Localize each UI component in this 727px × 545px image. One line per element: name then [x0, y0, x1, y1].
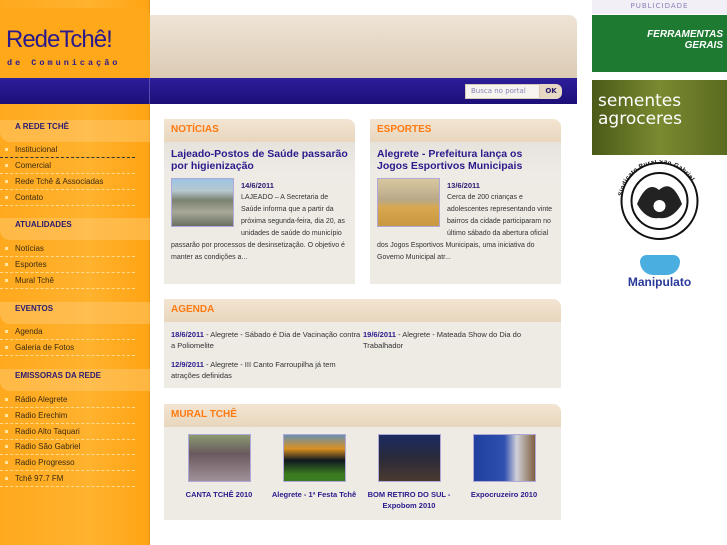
sidebar-item[interactable]: Radio São Gabriel	[0, 439, 135, 455]
sidebar-item[interactable]: Tchê 97.7 FM	[0, 471, 135, 487]
news-thumbnail[interactable]	[377, 178, 440, 227]
ad-agroceres[interactable]: sementes agroceres	[592, 80, 727, 155]
sidebar-heading: A REDE TCHÊ	[15, 122, 69, 131]
logo[interactable]: RedeTchê! de Comunicação	[0, 8, 150, 78]
ad-sindicato-rural[interactable]: Sindicato Rural São Gabriel	[592, 158, 727, 242]
search-button[interactable]: OK	[540, 84, 562, 99]
header-banner	[150, 15, 577, 78]
sidebar-item[interactable]: Notícias	[0, 241, 135, 257]
ad-text: FERRAMENTAS GERAIS	[647, 29, 723, 51]
ad-text: sementes agroceres	[598, 91, 682, 129]
mural-item[interactable]: BOM RETIRO DO SUL -Expobom 2010	[364, 434, 454, 511]
butterfly-logo-icon	[639, 255, 680, 275]
mural-item[interactable]: CANTA TCHÊ 2010	[174, 434, 264, 500]
agenda-panel: AGENDA 18/6/2011 - Alegrete - Sábado é D…	[164, 299, 561, 388]
mural-photo[interactable]	[377, 434, 441, 482]
sidebar-item[interactable]: Contato	[0, 190, 135, 206]
mural-caption[interactable]: BOM RETIRO DO SUL -Expobom 2010	[364, 489, 454, 511]
sidebar-item[interactable]: Rádio Alegrete	[0, 392, 135, 408]
logo-brand: RedeTchê!	[6, 26, 113, 53]
mural-item[interactable]: Alegrete - 1ª Festa Tchê	[269, 434, 359, 500]
panel-title: NOTÍCIAS	[164, 119, 355, 142]
mural-photo[interactable]	[187, 434, 251, 482]
ad-text: Manipulato	[627, 275, 692, 289]
sidebar-item[interactable]: Radio Erechim	[0, 408, 135, 424]
panel-title: ESPORTES	[370, 119, 561, 142]
search-input[interactable]: Busca no portal	[465, 84, 540, 99]
mural-caption[interactable]: CANTA TCHÊ 2010	[174, 489, 264, 500]
agenda-item[interactable]: 12/9/2011 - Alegrete - III Canto Farroup…	[171, 359, 366, 381]
sidebar-item[interactable]: Galeria de Fotos	[0, 340, 135, 356]
sidebar-item[interactable]: Esportes	[0, 257, 135, 273]
sidebar-item[interactable]: Comercial	[0, 158, 135, 174]
sidebar-item[interactable]: Radio Alto Taquari	[0, 424, 135, 440]
agenda-date: 12/9/2011	[171, 360, 204, 369]
sidebar-item[interactable]: Radio Progresso	[0, 455, 135, 471]
agenda-date: 18/6/2011	[171, 330, 204, 339]
mural-photo[interactable]	[282, 434, 346, 482]
agenda-item[interactable]: 19/6/2011 - Alegrete - Mateada Show do D…	[363, 329, 558, 351]
mural-caption[interactable]: Expocruzeiro 2010	[459, 489, 549, 500]
sidebar-heading: EVENTOS	[15, 304, 54, 313]
publicidade-column: PUBLICIDADE FERRAMENTAS GERAIS sementes …	[592, 0, 727, 545]
seal-logo-icon: Sindicato Rural São Gabriel	[617, 158, 699, 240]
mural-caption[interactable]: Alegrete - 1ª Festa Tchê	[269, 489, 359, 500]
agenda-date: 19/6/2011	[363, 330, 396, 339]
sidebar-item[interactable]: Rede Tchê & Associadas	[0, 174, 135, 190]
ad-manipulato[interactable]: Manipulato	[592, 255, 727, 305]
panel-title: AGENDA	[164, 299, 561, 322]
noticias-panel: NOTÍCIAS Lajeado-Postos de Saúde passarã…	[164, 119, 355, 284]
sidebar-item[interactable]: Mural Tchê	[0, 273, 135, 289]
mural-photo[interactable]	[472, 434, 536, 482]
sidebar-item[interactable]: Agenda	[0, 324, 135, 340]
agenda-item[interactable]: 18/6/2011 - Alegrete - Sábado é Dia de V…	[171, 329, 366, 351]
esportes-panel: ESPORTES Alegrete - Prefeitura lança os …	[370, 119, 561, 284]
news-headline[interactable]: Alegrete - Prefeitura lança os Jogos Esp…	[370, 142, 561, 177]
sidebar-heading: EMISSORAS DA REDE	[15, 371, 101, 380]
news-thumbnail[interactable]	[171, 178, 234, 227]
news-headline[interactable]: Lajeado-Postos de Saúde passarão por hig…	[164, 142, 355, 177]
panel-title: MURAL TCHÊ	[164, 404, 561, 427]
sidebar-heading: ATUALIDADES	[15, 220, 72, 229]
publicidade-label: PUBLICIDADE	[592, 0, 727, 14]
mural-item[interactable]: Expocruzeiro 2010	[459, 434, 549, 500]
sidebar-item[interactable]: Institucional	[0, 142, 135, 158]
ad-ferramentas-gerais[interactable]: FERRAMENTAS GERAIS	[592, 15, 727, 72]
logo-tagline: de Comunicação	[7, 58, 121, 68]
mural-panel: MURAL TCHÊ CANTA TCHÊ 2010 Alegrete - 1ª…	[164, 404, 561, 520]
